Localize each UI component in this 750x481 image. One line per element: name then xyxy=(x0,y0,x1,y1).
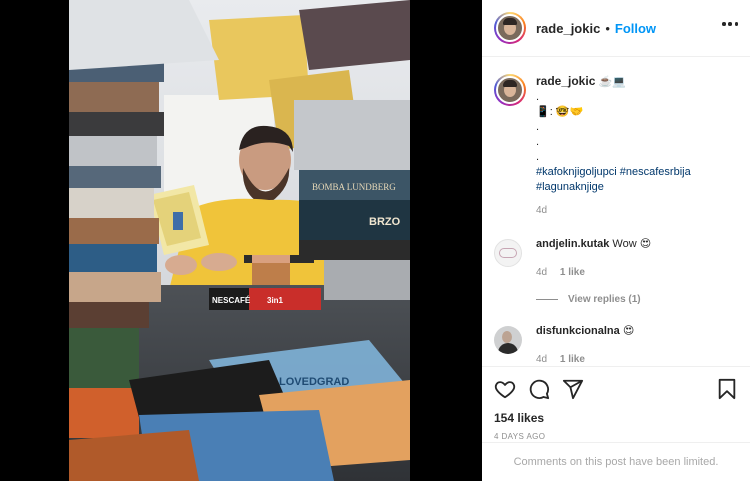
author-username[interactable]: rade_jokic xyxy=(536,21,600,36)
replies-divider xyxy=(536,299,558,300)
book-title-text: BOMBA LUNDBERG xyxy=(312,182,396,192)
caption-hashtags[interactable]: #kafoknjigoljupci #nescafesrbija xyxy=(536,165,691,180)
caption-age[interactable]: 4d xyxy=(536,203,691,218)
comment-age[interactable]: 4d xyxy=(536,267,547,278)
packet-brand-text: NESCAFÉ xyxy=(212,296,251,305)
post-caption: rade_jokic ☕️💻 . 📱: 🤓🤝 . . . #kafoknjigo… xyxy=(494,74,738,218)
bookmark-icon[interactable] xyxy=(716,378,738,400)
commenter-username[interactable]: andjelin.kutak xyxy=(536,238,609,250)
comment-item: disfunkcionalna 😍 4d 1 like xyxy=(494,324,738,365)
post-actions: 154 likes 4 DAYS AGO xyxy=(482,366,750,442)
caption-avatar[interactable] xyxy=(494,74,526,106)
caption-title-emoji: ☕️💻 xyxy=(598,76,626,88)
caption-line: . xyxy=(536,136,540,148)
photo-illustration: BOMBA LUNDBERG BRZO NESCAFÉ 3in1 LOVEDGR… xyxy=(69,0,410,481)
caption-line: . xyxy=(536,91,540,103)
header-separator: • xyxy=(605,20,610,36)
follow-button[interactable]: Follow xyxy=(615,21,656,36)
comments-section: rade_jokic ☕️💻 . 📱: 🤓🤝 . . . #kafoknjigo… xyxy=(482,58,750,365)
caption-line: . xyxy=(536,151,540,163)
post-photo[interactable]: BOMBA LUNDBERG BRZO NESCAFÉ 3in1 LOVEDGR… xyxy=(0,0,482,481)
table-book-text: LOVEDGRAD xyxy=(279,376,349,388)
caption-body: rade_jokic ☕️💻 . 📱: 🤓🤝 . . . #kafoknjigo… xyxy=(536,74,691,218)
commenter-avatar[interactable] xyxy=(494,239,522,267)
view-replies-button[interactable]: View replies (1) xyxy=(536,294,738,305)
comments-limited-notice: Comments on this post have been limited. xyxy=(482,442,750,481)
caption-line: . xyxy=(536,121,540,133)
author-avatar[interactable] xyxy=(494,12,526,44)
comment-likes[interactable]: 1 like xyxy=(560,267,585,278)
post-image: BOMBA LUNDBERG BRZO NESCAFÉ 3in1 LOVEDGR… xyxy=(69,0,410,481)
commenter-avatar[interactable] xyxy=(494,326,522,354)
view-replies-label: View replies (1) xyxy=(568,294,641,305)
post-timestamp[interactable]: 4 DAYS AGO xyxy=(494,432,738,441)
comment-likes[interactable]: 1 like xyxy=(560,354,585,365)
comment-text: Wow 😍 xyxy=(612,238,652,250)
caption-hashtags[interactable]: #lagunaknjige xyxy=(536,180,691,195)
share-icon[interactable] xyxy=(562,378,584,400)
more-options-icon[interactable] xyxy=(722,22,738,26)
caption-line: 📱: 🤓🤝 xyxy=(536,106,584,118)
comment-icon[interactable] xyxy=(528,378,550,400)
heart-icon[interactable] xyxy=(494,378,516,400)
comment-text: 😍 xyxy=(622,325,635,337)
post-side-panel: rade_jokic • Follow rade_jokic ☕️💻 . 📱: … xyxy=(482,0,750,481)
likes-count[interactable]: 154 likes xyxy=(494,411,738,425)
comment-age[interactable]: 4d xyxy=(536,354,547,365)
commenter-username[interactable]: disfunkcionalna xyxy=(536,325,620,337)
packet-label-text: 3in1 xyxy=(267,296,284,305)
comment-item: andjelin.kutak Wow 😍 4d 1 like xyxy=(494,237,738,280)
book-cover-text: BRZO xyxy=(369,216,401,228)
post-header: rade_jokic • Follow xyxy=(482,0,750,57)
caption-username[interactable]: rade_jokic xyxy=(536,74,595,88)
